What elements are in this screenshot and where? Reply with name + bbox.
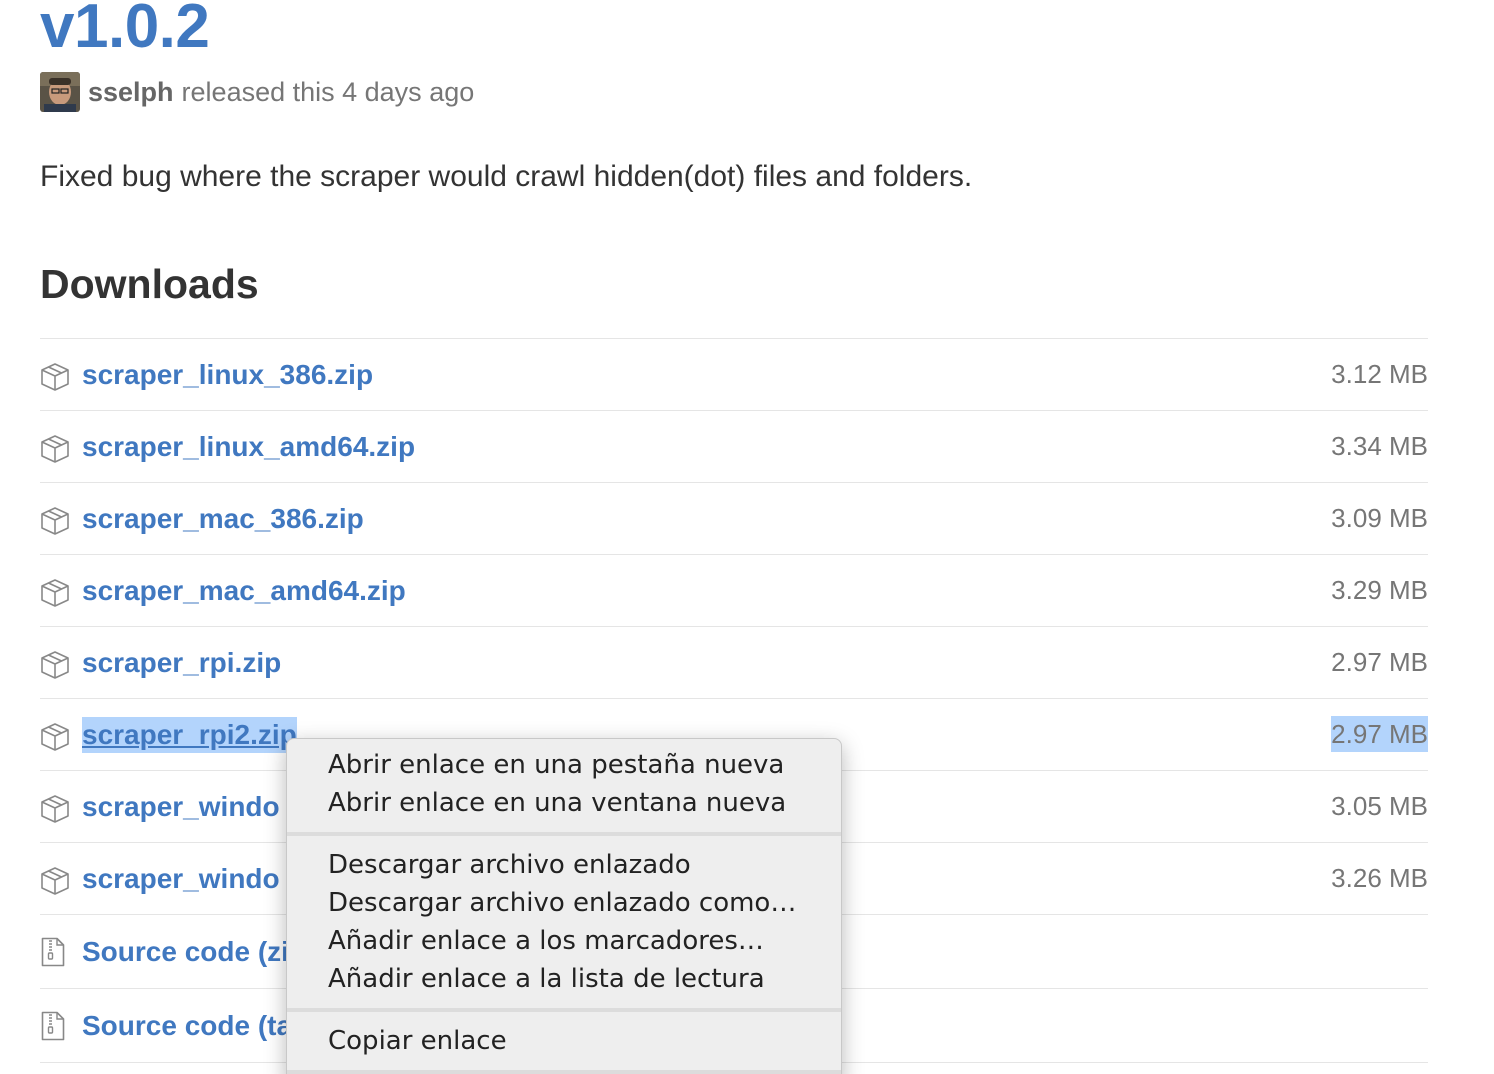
author-link[interactable]: sselph [88,77,174,108]
download-row: scraper_rpi.zip 2.97 MB [40,627,1428,699]
asset-link[interactable]: scraper_windo [82,789,280,825]
asset-link[interactable]: scraper_linux_386.zip [82,357,373,393]
asset-link[interactable]: scraper_windo [82,861,280,897]
file-zip-icon [41,1011,65,1041]
file-size-selected: 2.97 MB [1331,716,1428,752]
menu-item-copy-link[interactable]: Copiar enlace [328,1022,507,1060]
file-size: 3.29 MB [1331,575,1428,605]
package-icon [41,867,69,895]
asset-link[interactable]: scraper_mac_386.zip [82,501,364,537]
package-icon [41,435,69,463]
package-icon [41,363,69,391]
context-menu: Abrir enlace en una pestaña nueva Abrir … [286,738,842,1074]
package-icon [41,651,69,679]
file-size: 2.97 MB [1331,647,1428,677]
menu-separator [287,1070,841,1074]
menu-item-open-new-window[interactable]: Abrir enlace en una ventana nueva [328,784,786,822]
package-icon [41,723,69,751]
file-size: 3.12 MB [1331,359,1428,389]
avatar[interactable] [40,72,80,112]
asset-link[interactable]: scraper_mac_amd64.zip [82,573,406,609]
release-meta: sselph released this 4 days ago [40,72,474,112]
release-page: v1.0.2 sselph released this 4 days ago F… [0,0,1494,1074]
menu-item-add-to-bookmarks[interactable]: Añadir enlace a los marcadores… [328,922,764,960]
package-icon [41,507,69,535]
asset-link[interactable]: scraper_linux_amd64.zip [82,429,415,465]
avatar-image [40,72,80,112]
release-title[interactable]: v1.0.2 [40,0,210,66]
asset-link-selected[interactable]: scraper_rpi2.zip [82,717,297,753]
menu-item-download-linked-file[interactable]: Descargar archivo enlazado [328,846,691,884]
file-size: 3.05 MB [1331,791,1428,821]
download-row: scraper_mac_amd64.zip 3.29 MB [40,555,1428,627]
file-size: 3.09 MB [1331,503,1428,533]
downloads-heading: Downloads [40,261,259,307]
source-code-link[interactable]: Source code (ta [82,1008,292,1044]
menu-separator [287,1008,841,1012]
asset-link[interactable]: scraper_rpi.zip [82,645,281,681]
file-size: 3.34 MB [1331,431,1428,461]
menu-item-download-linked-file-as[interactable]: Descargar archivo enlazado como… [328,884,796,922]
file-zip-icon [41,937,65,967]
release-notes: Fixed bug where the scraper would crawl … [40,160,973,193]
download-row: scraper_mac_386.zip 3.09 MB [40,483,1428,555]
file-size: 3.26 MB [1331,863,1428,893]
package-icon [41,795,69,823]
download-row: scraper_linux_386.zip 3.12 MB [40,339,1428,411]
menu-item-add-to-reading-list[interactable]: Añadir enlace a la lista de lectura [328,960,765,998]
menu-item-open-new-tab[interactable]: Abrir enlace en una pestaña nueva [328,746,784,784]
release-date-text: released this 4 days ago [181,76,475,107]
download-row: scraper_linux_amd64.zip 3.34 MB [40,411,1428,483]
package-icon [41,579,69,607]
menu-separator [287,832,841,836]
source-code-link[interactable]: Source code (zi [82,934,289,970]
